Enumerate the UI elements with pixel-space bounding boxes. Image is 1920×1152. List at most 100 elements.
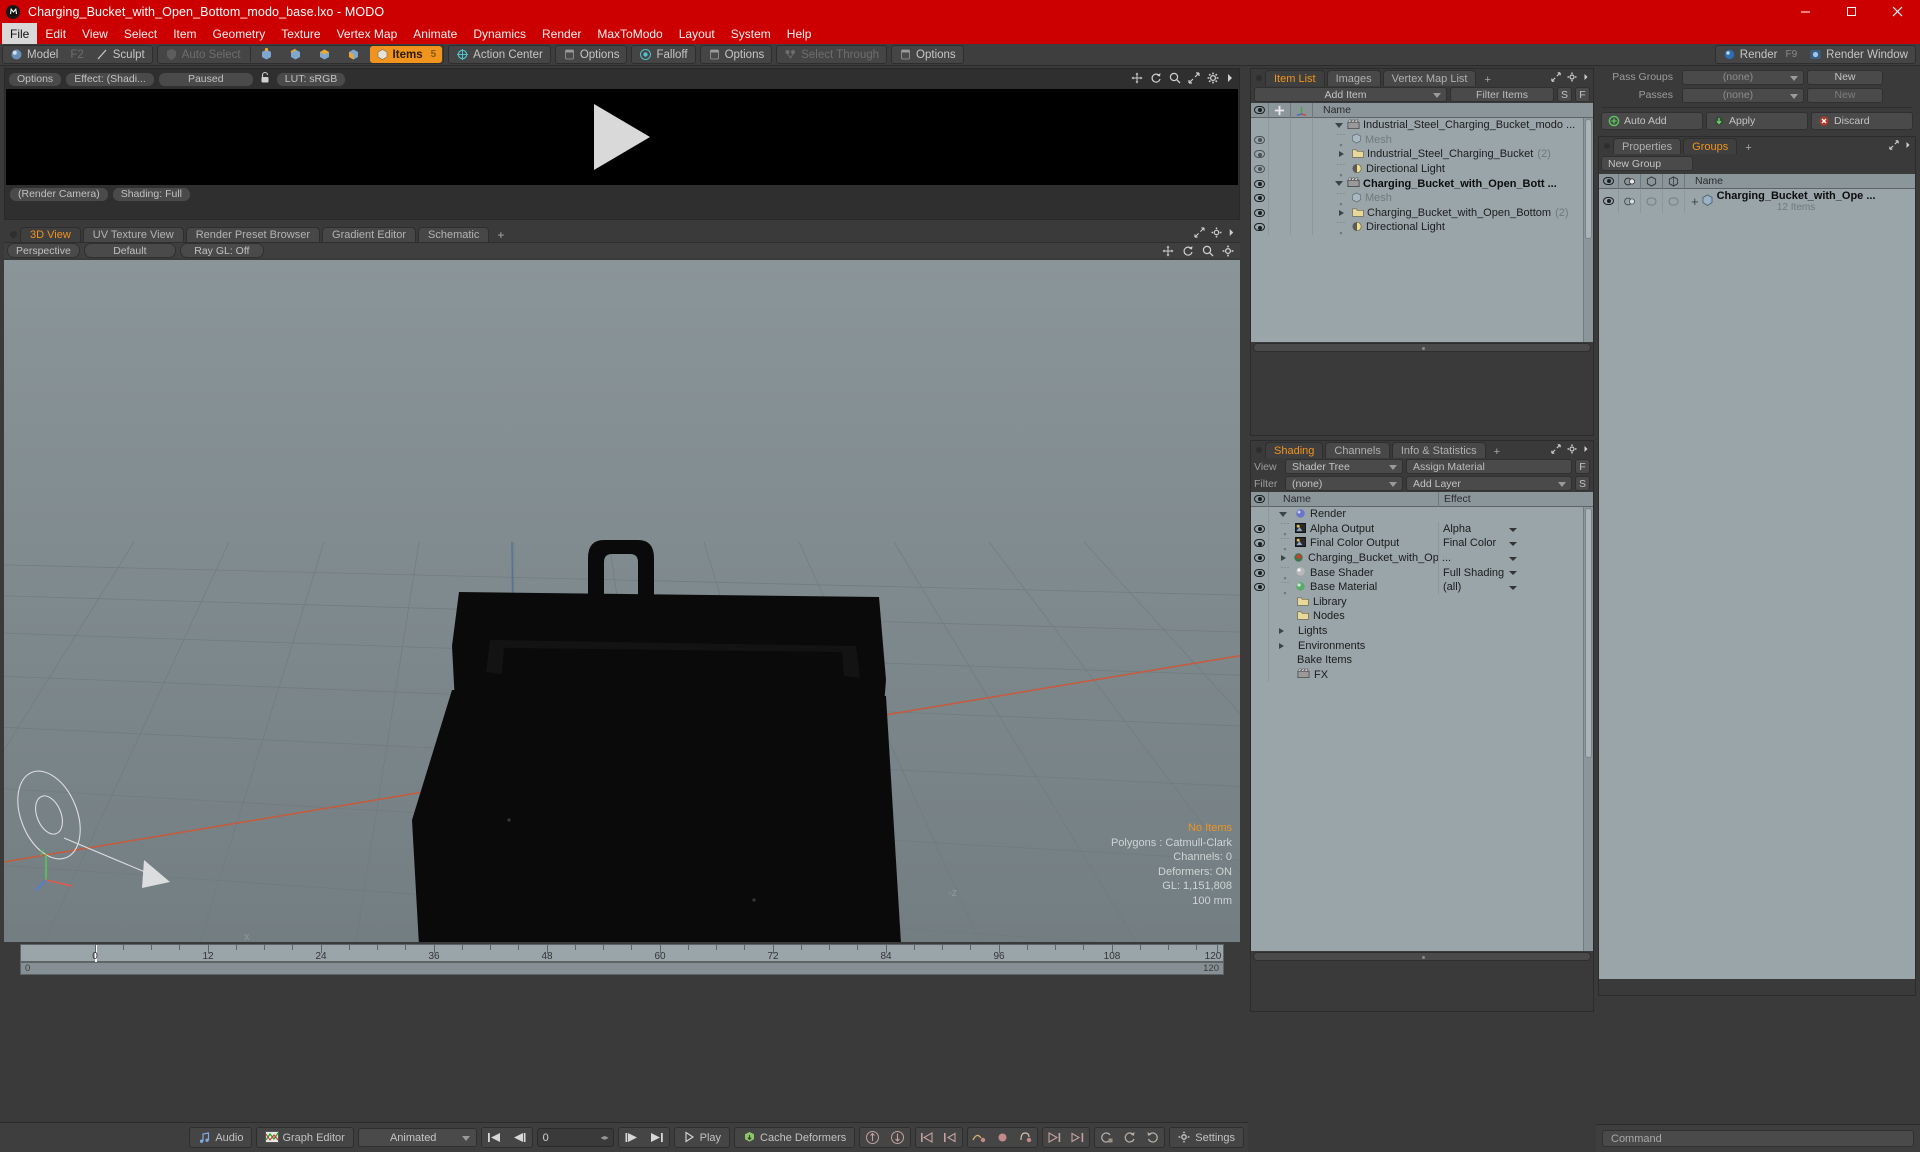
- close-button[interactable]: [1874, 0, 1920, 23]
- eye-icon[interactable]: [1254, 150, 1265, 158]
- reload-key-button[interactable]: [1095, 1128, 1118, 1147]
- refresh-key-button[interactable]: [1118, 1128, 1141, 1147]
- wireframe-toggle[interactable]: [1641, 189, 1663, 213]
- chevron-right-icon[interactable]: [1226, 72, 1234, 87]
- gear-icon[interactable]: [1207, 72, 1219, 87]
- col-lock[interactable]: [1269, 103, 1291, 118]
- col-visibility[interactable]: [1251, 103, 1269, 118]
- assign-material-button[interactable]: Assign Material: [1406, 459, 1572, 474]
- eye-icon[interactable]: [1254, 539, 1265, 547]
- menu-system[interactable]: System: [723, 23, 779, 44]
- key-dot-button[interactable]: [991, 1128, 1014, 1147]
- expand-icon[interactable]: [1889, 139, 1899, 153]
- groups-body[interactable]: + Charging_Bucket_with_Ope ... 12 Items: [1599, 189, 1915, 979]
- minimize-button[interactable]: [1782, 0, 1828, 23]
- table-row[interactable]: Charging_Bucket_with_Open_Bott ...: [1251, 176, 1593, 191]
- cache-deformers-button[interactable]: Cache Deformers: [735, 1128, 854, 1147]
- menu-geometry[interactable]: Geometry: [205, 23, 274, 44]
- preview-lut-button[interactable]: LUT: sRGB: [276, 72, 347, 87]
- table-row[interactable]: Bake Items: [1251, 653, 1593, 668]
- filter-items-input[interactable]: Filter Items: [1450, 87, 1554, 102]
- shading-full-button[interactable]: Shading: Full: [112, 187, 191, 202]
- eye-icon[interactable]: [1254, 209, 1265, 217]
- horizontal-scrollbar[interactable]: [1253, 952, 1591, 961]
- preview-options-button[interactable]: Options: [8, 72, 62, 87]
- animated-dropdown[interactable]: Animated: [358, 1128, 477, 1147]
- col-wireframe[interactable]: [1641, 174, 1663, 189]
- gear-icon[interactable]: [1211, 227, 1222, 241]
- apply-button[interactable]: Apply: [1706, 112, 1808, 130]
- eye-icon[interactable]: [1603, 197, 1614, 205]
- tab-shading[interactable]: Shading: [1265, 442, 1323, 458]
- eye-icon[interactable]: [1254, 569, 1265, 577]
- chevron-right-icon[interactable]: [1228, 227, 1235, 241]
- menu-animate[interactable]: Animate: [405, 23, 465, 44]
- next-key-button[interactable]: [1043, 1128, 1066, 1147]
- table-row[interactable]: ⋯▪ Base Shader Full Shading: [1251, 565, 1593, 580]
- shade-toggle[interactable]: [1619, 189, 1641, 213]
- rotate-icon[interactable]: [1150, 72, 1162, 87]
- tab-channels[interactable]: Channels: [1325, 442, 1389, 458]
- key-up-button[interactable]: [860, 1128, 885, 1147]
- eye-icon[interactable]: [1254, 223, 1265, 231]
- eye-icon[interactable]: [1254, 165, 1265, 173]
- vertical-scrollbar[interactable]: [1583, 507, 1593, 951]
- table-row[interactable]: Library: [1251, 595, 1593, 610]
- table-row[interactable]: Charging_Bucket_with_Open_Bottom(2): [1251, 206, 1593, 221]
- audio-button[interactable]: Audio: [190, 1128, 251, 1147]
- table-row[interactable]: Environments: [1251, 638, 1593, 653]
- auto-select-button[interactable]: Auto Select: [159, 46, 247, 63]
- filter-f-button[interactable]: F: [1575, 87, 1590, 102]
- table-row[interactable]: ⋯▪ Mesh: [1251, 191, 1593, 206]
- expand-icon[interactable]: [1194, 227, 1205, 241]
- table-row[interactable]: Charging_Bucket_with_Op ...: [1251, 551, 1593, 566]
- pass-groups-dropdown[interactable]: (none): [1682, 70, 1804, 85]
- expand-plus-icon[interactable]: +: [1691, 194, 1699, 209]
- menu-select[interactable]: Select: [116, 23, 165, 44]
- menu-edit[interactable]: Edit: [37, 23, 74, 44]
- expand-icon[interactable]: [1188, 72, 1200, 87]
- prev-frame-button[interactable]: [507, 1128, 532, 1147]
- materials-mode-button[interactable]: [341, 46, 370, 63]
- expander-right-icon[interactable]: [1279, 628, 1284, 634]
- expander-right-icon[interactable]: [1281, 555, 1286, 561]
- tab-render-preset-browser[interactable]: Render Preset Browser: [186, 227, 320, 242]
- menu-item[interactable]: Item: [165, 23, 204, 44]
- col-transform[interactable]: [1291, 103, 1313, 118]
- action-center-options-button[interactable]: Options: [557, 46, 626, 63]
- search-icon[interactable]: [1169, 72, 1181, 87]
- table-row[interactable]: Lights: [1251, 624, 1593, 639]
- table-row[interactable]: Nodes: [1251, 609, 1593, 624]
- menu-view[interactable]: View: [74, 23, 116, 44]
- settings-button[interactable]: Settings: [1170, 1128, 1243, 1147]
- eye-icon[interactable]: [1254, 525, 1265, 533]
- rotate-icon[interactable]: [1182, 245, 1194, 260]
- table-row[interactable]: + Charging_Bucket_with_Ope ... 12 Items: [1599, 189, 1915, 213]
- prev-key-2-button[interactable]: [939, 1128, 962, 1147]
- table-row[interactable]: ⋯▪ Directional Light: [1251, 220, 1593, 235]
- select-through-button[interactable]: Select Through: [778, 46, 885, 63]
- menu-file[interactable]: File: [2, 23, 37, 44]
- model-mode-button[interactable]: Model: [4, 46, 64, 63]
- key-link-button[interactable]: [1014, 1128, 1037, 1147]
- effect-cell[interactable]: [1438, 551, 1522, 566]
- reset-key-button[interactable]: [1141, 1128, 1164, 1147]
- items-mode-button[interactable]: Items 5: [370, 46, 443, 63]
- polygons-mode-button[interactable]: [312, 46, 341, 63]
- auto-add-button[interactable]: Auto Add: [1601, 112, 1703, 130]
- expander-down-icon[interactable]: [1279, 512, 1287, 517]
- vertical-scrollbar[interactable]: [1583, 118, 1593, 342]
- render-window-button[interactable]: Render Window: [1803, 46, 1914, 63]
- table-row[interactable]: Industrial_Steel_Charging_Bucket_modo ..…: [1251, 118, 1593, 133]
- timeline-ruler[interactable]: 0 12 24 36 48 60 72 84 96 108 120: [20, 944, 1224, 962]
- search-icon[interactable]: [1202, 245, 1214, 260]
- edges-mode-button[interactable]: [283, 46, 312, 63]
- effect-cell[interactable]: Final Color: [1438, 536, 1522, 551]
- eye-icon[interactable]: [1254, 583, 1265, 591]
- frame-field[interactable]: 0: [537, 1128, 614, 1147]
- tab-3d-view[interactable]: 3D View: [20, 227, 81, 242]
- timeline-range[interactable]: 0 120: [20, 962, 1224, 975]
- key-down-button[interactable]: [885, 1128, 910, 1147]
- add-layer-dropdown[interactable]: Add Layer: [1406, 476, 1572, 491]
- table-row[interactable]: FX: [1251, 668, 1593, 683]
